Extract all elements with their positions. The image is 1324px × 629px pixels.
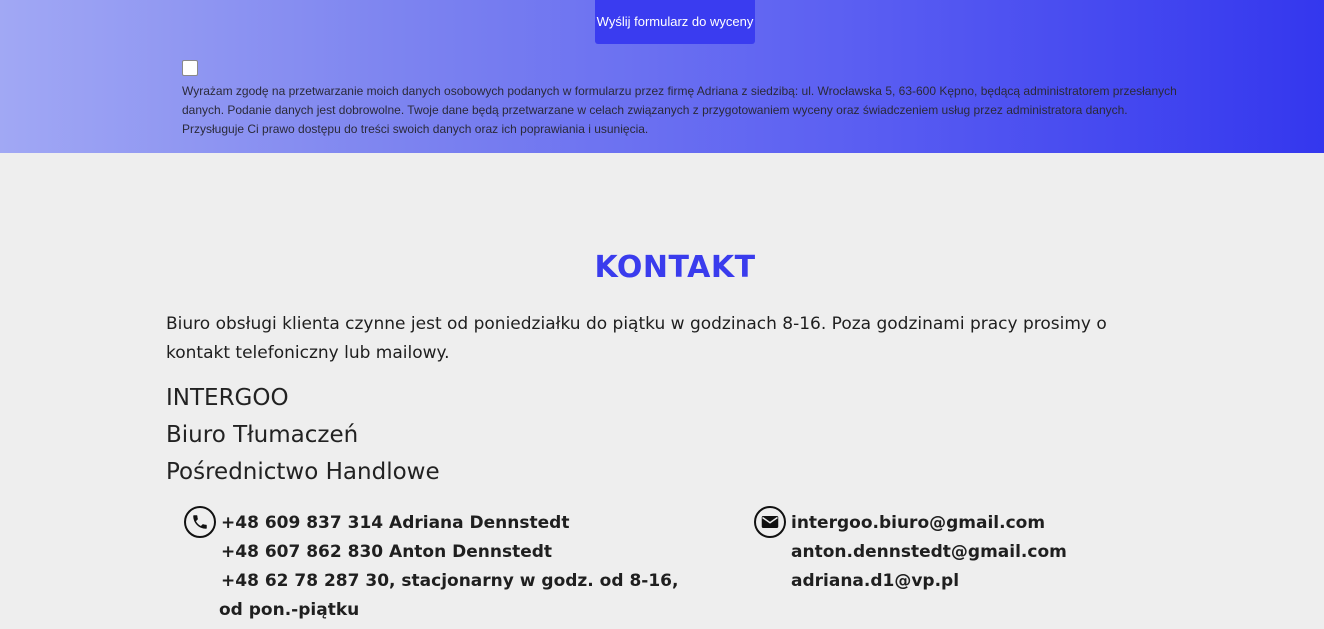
email-anton[interactable]: anton.dennstedt@gmail.com [791, 538, 1067, 567]
phone-landline[interactable]: +48 62 78 287 30, stacjonarny w godz. od… [221, 567, 678, 596]
consent-checkbox[interactable] [182, 60, 198, 76]
email-contacts: intergoo.biuro@gmail.com anton.dennstedt… [754, 506, 1067, 596]
company-line-trade: Pośrednictwo Handlowe [166, 459, 440, 485]
quote-form-section: Wyślij formularz do wyceny Wyrażam zgodę… [0, 0, 1324, 153]
phone-icon [184, 506, 216, 538]
phone-landline-hours: od pon.-piątku [219, 600, 360, 620]
consent-text: Wyrażam zgodę na przetwarzanie moich dan… [182, 84, 1177, 136]
office-hours-text: Biuro obsługi klienta czynne jest od pon… [166, 314, 1107, 363]
phone-anton[interactable]: +48 607 862 830 Anton Dennstedt [221, 538, 678, 567]
email-adriana[interactable]: adriana.d1@vp.pl [791, 567, 1067, 596]
submit-quote-button[interactable]: Wyślij formularz do wyceny [595, 0, 755, 44]
envelope-icon [754, 506, 786, 538]
company-line-translations: Biuro Tłumaczeń [166, 422, 359, 448]
phone-contacts: +48 609 837 314 Adriana Dennstedt +48 60… [184, 506, 678, 625]
contact-title: KONTAKT [594, 250, 756, 285]
phone-adriana[interactable]: +48 609 837 314 Adriana Dennstedt [221, 509, 678, 538]
company-name: INTERGOO [166, 385, 289, 411]
company-info: INTERGOO Biuro Tłumaczeń Pośrednictwo Ha… [166, 380, 440, 491]
email-office[interactable]: intergoo.biuro@gmail.com [791, 509, 1067, 538]
